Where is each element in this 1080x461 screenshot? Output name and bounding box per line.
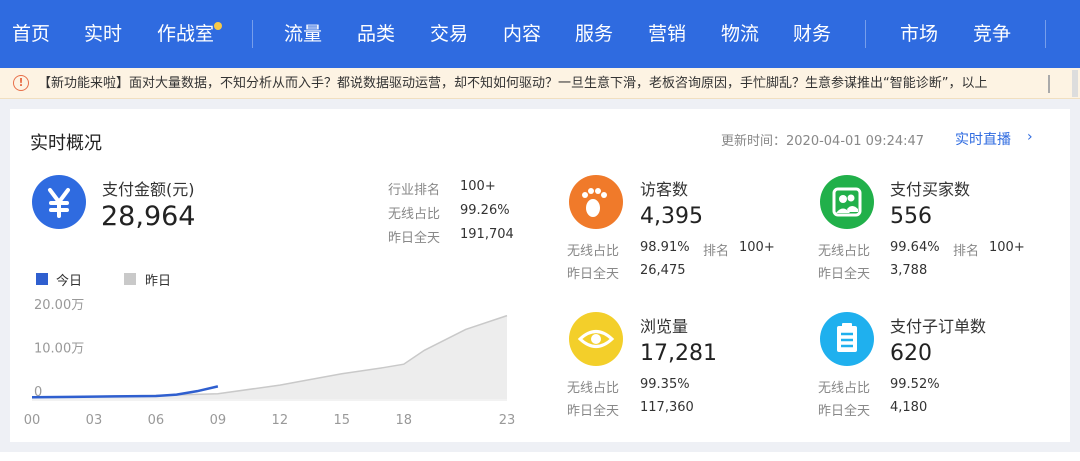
visitors-label: 访客数 [640,180,689,199]
orders-wireless-label: 无线占比 [818,381,871,396]
pageviews-value: 17,281 [640,341,717,366]
nav-item-finance[interactable]: 财务 [793,0,831,68]
alert-circle-icon: ! [13,75,29,91]
visitors-yesterday-label: 昨日全天 [567,267,620,282]
visitors-value: 4,395 [640,204,703,229]
notice-text[interactable]: 【新功能来啦】面对大量数据，不知分析从而入手？都说数据驱动运营，却不知如何驱动？… [38,68,1068,99]
x-tick-label: 15 [334,413,351,428]
buyers-wireless-label: 无线占比 [818,244,871,259]
pageviews-yesterday-label: 昨日全天 [567,404,620,419]
nav-item-trade[interactable]: 交易 [430,0,468,68]
visitors-wireless-value: 98.91% [640,240,690,255]
orders-yesterday-value: 4,180 [890,400,928,415]
x-tick-label: 23 [499,413,516,428]
x-tick-label: 18 [395,413,412,428]
buyers-label: 支付买家数 [890,180,971,199]
visitors-yesterday-value: 26,475 [640,263,686,278]
x-tick-label: 09 [210,413,227,428]
users-icon [820,175,874,229]
pageviews-label: 浏览量 [640,317,689,336]
orders-value: 620 [890,341,932,366]
clipboard-icon [820,312,874,366]
y-tick-label: 10.00万 [34,342,84,357]
visitors-rank-value: 100+ [739,240,775,255]
nav-item-traffic[interactable]: 流量 [284,0,322,68]
realtime-overview-card: 实时概况 更新时间：2020-04-01 09:24:47 实时直播 › 支付金… [10,109,1070,442]
footprint-icon [569,175,623,229]
orders-yesterday-label: 昨日全天 [818,404,871,419]
nav-divider [252,20,253,48]
payment-trend-chart: 20.00万10.00万000 03 06 09 12 15 18 23 [24,298,516,428]
new-badge-dot [214,22,222,30]
pageviews-wireless-label: 无线占比 [567,381,620,396]
buyers-wireless-value: 99.64% [890,240,940,255]
visitors-rank-label: 排名 [703,244,730,259]
nav-item-war-room[interactable]: 作战室 [157,0,214,68]
nav-item-marketing[interactable]: 营销 [648,0,686,68]
nav-item-category[interactable]: 品类 [357,0,395,68]
live-stream-link[interactable]: 实时直播 [955,129,1011,149]
next-card-edge [0,452,1080,461]
x-tick-label: 00 [24,413,41,428]
nav-divider [865,20,866,48]
nav-divider [1045,20,1046,48]
nav-item-service[interactable]: 服务 [575,0,613,68]
chevron-right-icon[interactable]: › [1027,129,1033,145]
x-tick-label: 12 [272,413,289,428]
y-tick-label: 20.00万 [34,298,84,313]
orders-wireless-value: 99.52% [890,377,940,392]
eye-icon [569,312,623,366]
x-tick-label: 06 [148,413,165,428]
buyers-rank-label: 排名 [953,244,980,259]
buyers-yesterday-value: 3,788 [890,263,928,278]
nav-item-content[interactable]: 内容 [503,0,541,68]
buyers-value: 556 [890,204,932,229]
visitors-wireless-label: 无线占比 [567,244,620,259]
nav-item-home[interactable]: 首页 [12,0,50,68]
update-time: 更新时间：2020-04-01 09:24:47 [721,134,925,149]
top-nav: 首页 实时 作战室 流量 品类 交易 内容 服务 营销 物流 财务 市场 竞争 [0,0,1080,68]
pageviews-wireless-value: 99.35% [640,377,690,392]
notice-bar: ! 【新功能来啦】面对大量数据，不知分析从而入手？都说数据驱动运营，却不知如何驱… [0,68,1080,99]
buyers-yesterday-label: 昨日全天 [818,267,871,282]
nav-item-logistics[interactable]: 物流 [721,0,759,68]
pageviews-yesterday-value: 117,360 [640,400,694,415]
notice-scroll-indicator [1048,75,1050,93]
nav-item-realtime[interactable]: 实时 [84,0,122,68]
nav-item-competition[interactable]: 竞争 [973,0,1011,68]
buyers-rank-value: 100+ [989,240,1025,255]
page-scrollbar[interactable] [1072,70,1078,97]
nav-item-market[interactable]: 市场 [900,0,938,68]
orders-label: 支付子订单数 [890,317,987,336]
x-tick-label: 03 [86,413,103,428]
